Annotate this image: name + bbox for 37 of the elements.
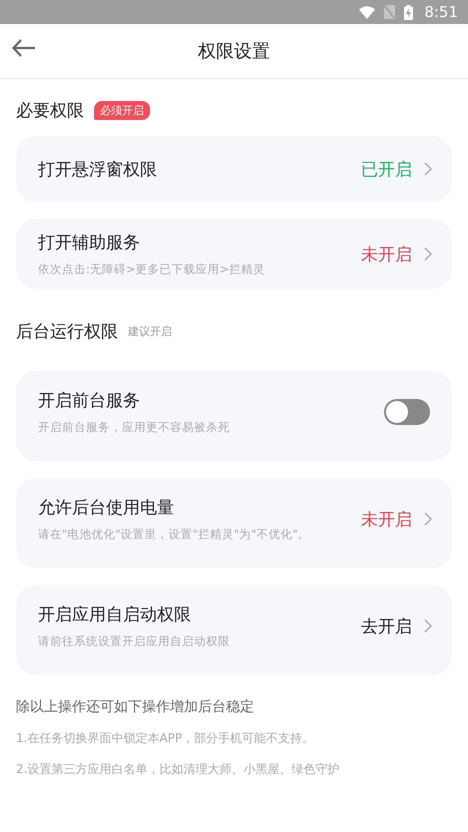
section-title: 必要权限 (16, 100, 84, 122)
tip-text: 1.在任务切换界面中锁定本APP，部分手机可能不支持。 (16, 730, 316, 747)
permission-title: 开启前台服务 (38, 390, 141, 412)
permission-description: 依次点击:无障碍>更多已下载应用>拦精灵 (38, 262, 266, 277)
permission-title: 打开悬浮窗权限 (38, 158, 158, 180)
no-sim-icon (384, 5, 396, 19)
permission-title: 开启应用自启动权限 (38, 604, 192, 626)
permission-card[interactable]: 开启前台服务 开启前台服务，应用更不容易被杀死 (16, 371, 452, 461)
permission-description: 开启前台服务，应用更不容易被杀死 (38, 420, 231, 435)
battery-charging-icon (404, 4, 414, 20)
toggle-switch[interactable] (384, 399, 430, 425)
tip-text: 2.设置第三方应用白名单，比如清理大师、小黑屋、绿色守护 (16, 761, 340, 778)
chevron-right-icon (424, 619, 432, 633)
permission-status: 未开启 (361, 244, 412, 266)
chevron-right-icon (424, 512, 432, 526)
chevron-right-icon (424, 247, 432, 261)
permission-description: 请在"电池优化"设置里，设置"拦精灵"为"不优化"。 (38, 527, 311, 542)
tips-heading: 除以上操作还可如下操作增加后台稳定 (16, 698, 255, 716)
wifi-icon (359, 6, 376, 18)
section-title: 后台运行权限 (16, 321, 118, 343)
permission-description: 请前往系统设置开启应用自启动权限 (38, 634, 231, 649)
page-title: 权限设置 (198, 40, 270, 63)
permission-status: 去开启 (361, 616, 412, 638)
required-badge: 必须开启 (94, 101, 150, 120)
permission-card[interactable]: 打开辅助服务 依次点击:无障碍>更多已下载应用>拦精灵 未开启 (16, 219, 452, 289)
permission-title: 打开辅助服务 (38, 232, 141, 254)
permission-card[interactable]: 开启应用自启动权限 请前往系统设置开启应用自启动权限 去开启 (16, 585, 452, 675)
permission-status: 已开启 (361, 158, 412, 180)
status-time: 8:51 (424, 3, 458, 21)
back-arrow-icon (12, 39, 36, 57)
permission-card[interactable]: 允许后台使用电量 请在"电池优化"设置里，设置"拦精灵"为"不优化"。 未开启 (16, 478, 452, 568)
chevron-right-icon (424, 162, 432, 176)
permission-title: 允许后台使用电量 (38, 497, 175, 519)
back-button[interactable] (12, 39, 36, 57)
permission-card[interactable]: 打开悬浮窗权限 已开启 (16, 136, 452, 202)
section-hint: 建议开启 (128, 324, 172, 339)
permission-status: 未开启 (361, 508, 412, 530)
